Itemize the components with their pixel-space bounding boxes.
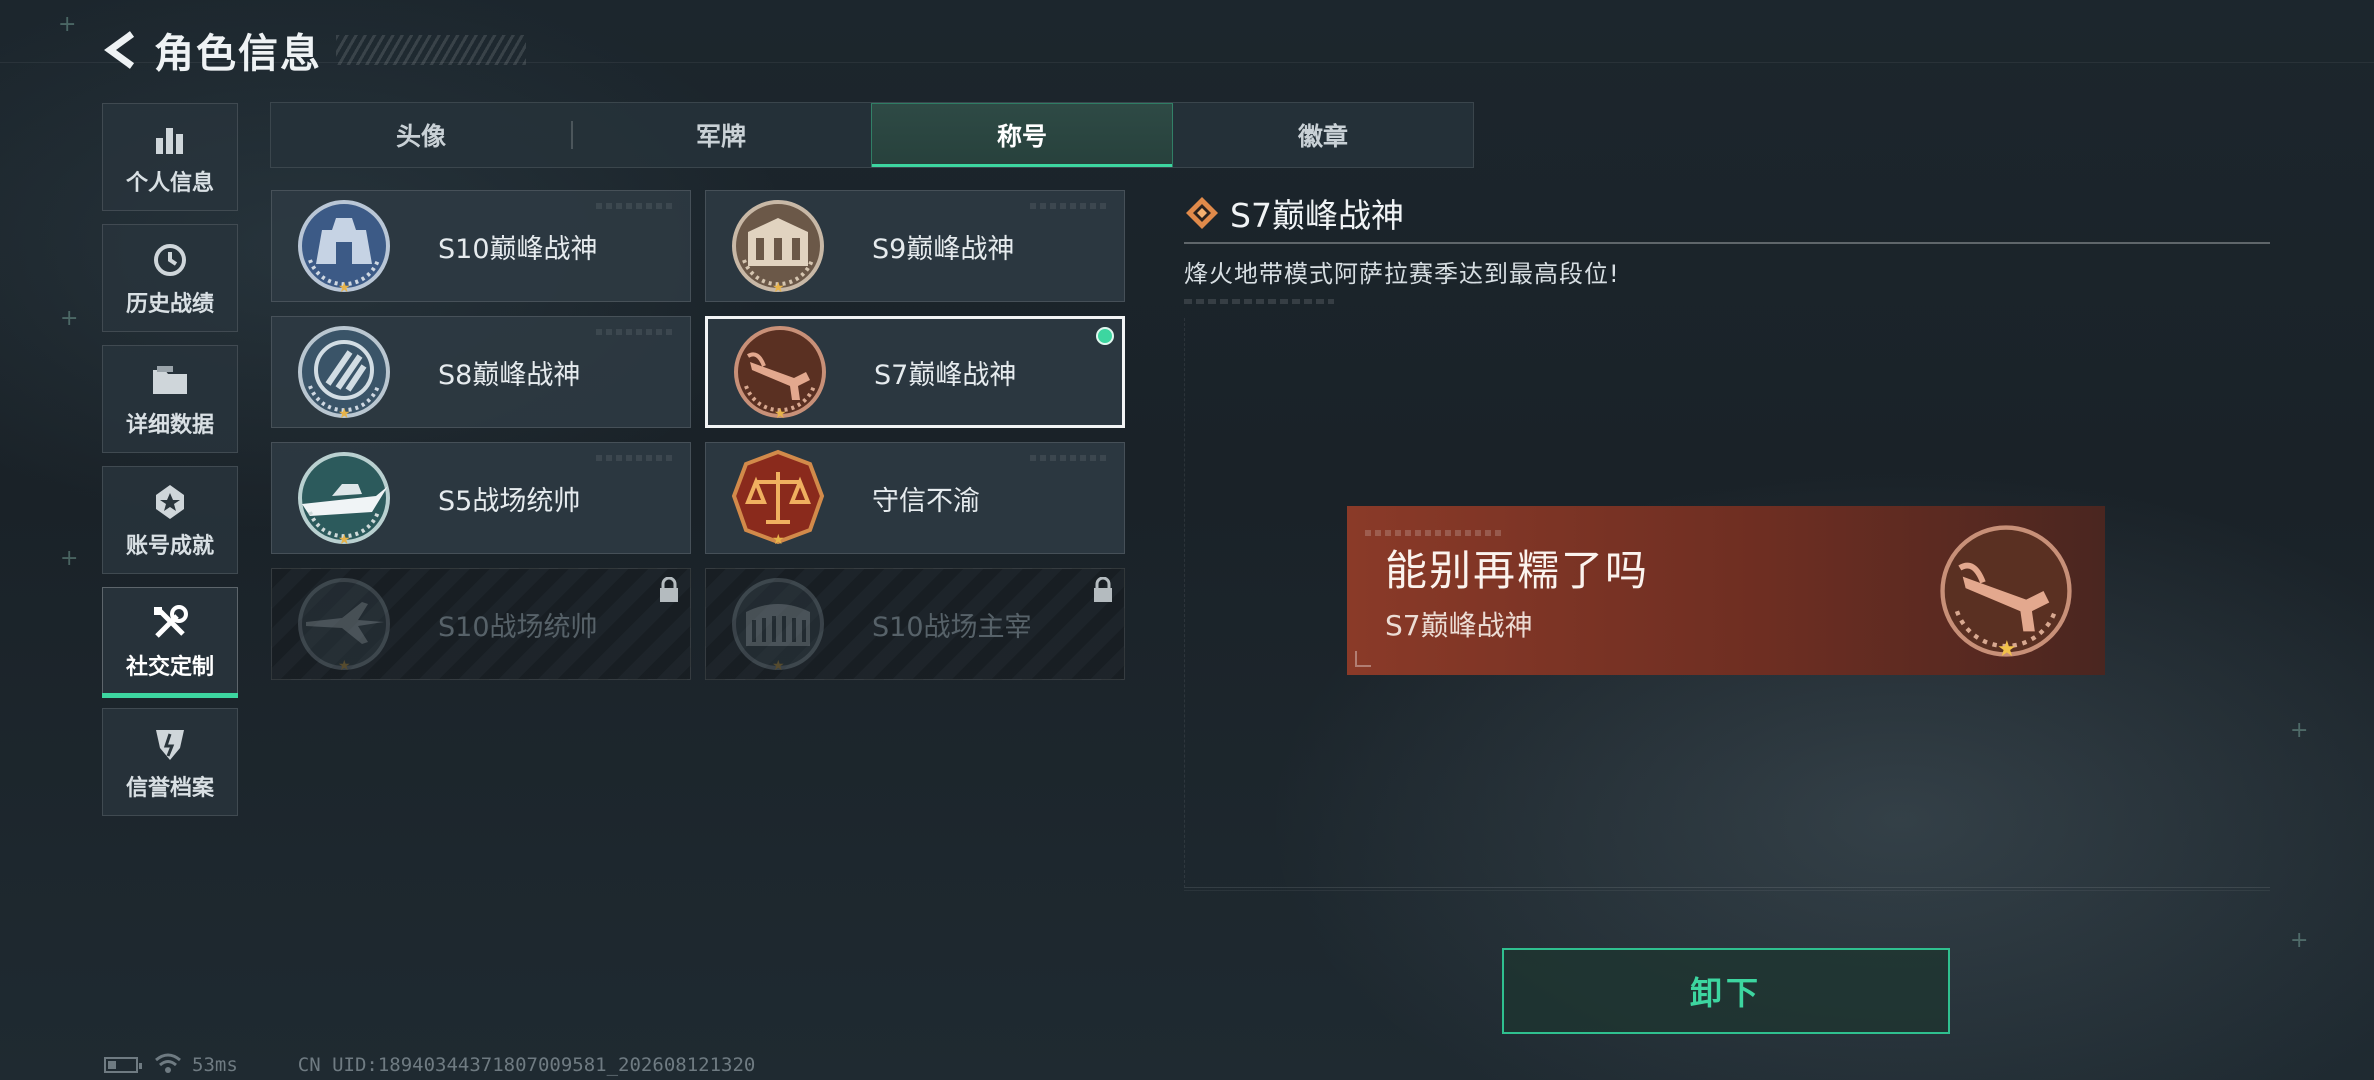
status-bar: 53ms CN UID:18940344371807009581_2026081… — [104, 1053, 755, 1077]
player-name: 能别再糯了吗 — [1385, 546, 1650, 595]
preview-title: S7巅峰战神 — [1385, 609, 1533, 642]
description-decoration — [1184, 299, 1334, 304]
title-card-label: S7巅峰战神 — [874, 359, 1017, 391]
title-card[interactable]: ★ S7巅峰战神 — [705, 316, 1125, 428]
title-card-label: S5战场统帅 — [438, 485, 581, 517]
folder-icon — [151, 359, 189, 403]
title-card[interactable]: ★ S5战场统帅 — [271, 442, 691, 554]
credit-shield-icon — [152, 722, 188, 766]
title-detail: S7巅峰战神 烽火地带模式阿萨拉赛季达到最高段位! — [1184, 188, 2270, 304]
corner-decoration — [1355, 651, 1371, 667]
sidebar-item-history[interactable]: 历史战绩 — [102, 224, 238, 332]
title-card-label: S10巅峰战神 — [438, 233, 598, 265]
sidebar-item-profile[interactable]: 个人信息 — [102, 103, 238, 211]
sidebar-item-label: 账号成就 — [125, 534, 214, 559]
sidebar-item-credit[interactable]: 信誉档案 — [102, 708, 238, 816]
title-card[interactable]: ★ S10巅峰战神 — [271, 190, 691, 302]
history-clock-icon — [152, 238, 188, 282]
sidebar-item-social-custom[interactable]: 社交定制 — [102, 587, 238, 698]
tab-dog-tag[interactable]: 军牌 — [571, 103, 871, 167]
star-icon: ★ — [772, 280, 785, 296]
star-icon: ★ — [338, 406, 351, 422]
tools-icon — [151, 601, 189, 645]
sidebar-item-label: 历史战绩 — [125, 292, 214, 317]
crosshair-decoration: + — [58, 12, 77, 37]
sidebar-item-label: 社交定制 — [125, 655, 214, 680]
sidebar-item-label: 信誉档案 — [125, 776, 214, 801]
stripes-emblem-icon: ★ — [292, 320, 396, 424]
lock-icon — [1092, 576, 1114, 607]
page-title: 角色信息 — [154, 31, 322, 77]
title-decoration — [336, 35, 526, 65]
sidebar-item-label: 个人信息 — [125, 171, 214, 196]
star-icon: ★ — [338, 532, 351, 548]
sidebar-item-details[interactable]: 详细数据 — [102, 345, 238, 453]
category-tabs: 头像 军牌 称号 徽章 — [270, 102, 1474, 168]
title-preview-banner: 能别再糯了吗 S7巅峰战神 ★ — [1347, 506, 2105, 675]
title-card[interactable]: ★ S10战场统帅 — [271, 568, 691, 680]
crosshair-decoration: + — [60, 546, 79, 571]
star-icon: ★ — [772, 658, 785, 674]
wifi-icon — [154, 1052, 182, 1079]
crossbow-emblem-icon: ★ — [728, 320, 832, 424]
colosseum-emblem-icon: ★ — [726, 572, 830, 676]
title-card[interactable]: ★ S10战场主宰 — [705, 568, 1125, 680]
unequip-button[interactable]: 卸下 — [1502, 948, 1950, 1034]
title-grid: ★ S10巅峰战神 ★ S9巅峰战神 ★ S8巅峰战神 ★ S7巅峰战神 ★ S… — [271, 190, 1127, 680]
crossbow-emblem-icon: ★ — [1931, 516, 2081, 666]
title-card-label: S9巅峰战神 — [872, 233, 1015, 265]
crosshair-decoration: + — [2290, 718, 2309, 743]
star-icon: ★ — [1997, 636, 2017, 662]
ping-value: 53ms — [192, 1054, 238, 1076]
crosshair-decoration: + — [60, 306, 79, 331]
star-icon: ★ — [772, 532, 785, 548]
scales-emblem-icon: ★ — [726, 446, 830, 550]
title-card-label: S10战场统帅 — [438, 611, 598, 643]
card-decoration — [1030, 203, 1110, 209]
battery-icon — [104, 1057, 142, 1073]
title-card-label: S8巅峰战神 — [438, 359, 581, 391]
rank-diamond-icon — [1184, 195, 1220, 231]
sidebar-item-label: 详细数据 — [125, 413, 214, 438]
sidebar-item-achievements[interactable]: 账号成就 — [102, 466, 238, 574]
tab-avatar[interactable]: 头像 — [271, 103, 571, 167]
title-card[interactable]: ★ 守信不渝 — [705, 442, 1125, 554]
star-icon: ★ — [774, 406, 787, 422]
back-arrow-icon[interactable] — [100, 28, 140, 72]
jet-emblem-icon: ★ — [292, 572, 396, 676]
fortress-emblem-icon: ★ — [292, 194, 396, 298]
building-emblem-icon: ★ — [726, 194, 830, 298]
tab-badge[interactable]: 徽章 — [1173, 103, 1473, 167]
divider — [1184, 242, 2270, 244]
card-decoration — [1030, 455, 1110, 461]
title-card[interactable]: ★ S8巅峰战神 — [271, 316, 691, 428]
lock-icon — [658, 576, 680, 607]
card-decoration — [596, 203, 676, 209]
card-decoration — [596, 329, 676, 335]
user-uid: CN UID:18940344371807009581_202608121320 — [297, 1054, 756, 1076]
sidebar: 个人信息 历史战绩 详细数据 账号成就 社交定制 信誉档案 — [102, 103, 240, 829]
crosshair-decoration: + — [2290, 928, 2309, 953]
title-card[interactable]: ★ S9巅峰战神 — [705, 190, 1125, 302]
bar-chart-icon — [153, 117, 187, 161]
title-card-label: S10战场主宰 — [872, 611, 1032, 643]
card-decoration — [596, 455, 676, 461]
detail-description: 烽火地带模式阿萨拉赛季达到最高段位! — [1184, 260, 1620, 288]
detail-title: S7巅峰战神 — [1230, 196, 1404, 235]
title-card-label: 守信不渝 — [872, 485, 980, 517]
star-icon: ★ — [338, 658, 351, 674]
star-icon: ★ — [338, 280, 351, 296]
page-header: 角色信息 — [100, 22, 526, 78]
achievement-icon — [152, 480, 188, 524]
equipped-indicator — [1096, 327, 1114, 345]
tab-title[interactable]: 称号 — [871, 103, 1173, 167]
unequip-label: 卸下 — [1689, 974, 1762, 1012]
boat-emblem-icon: ★ — [292, 446, 396, 550]
